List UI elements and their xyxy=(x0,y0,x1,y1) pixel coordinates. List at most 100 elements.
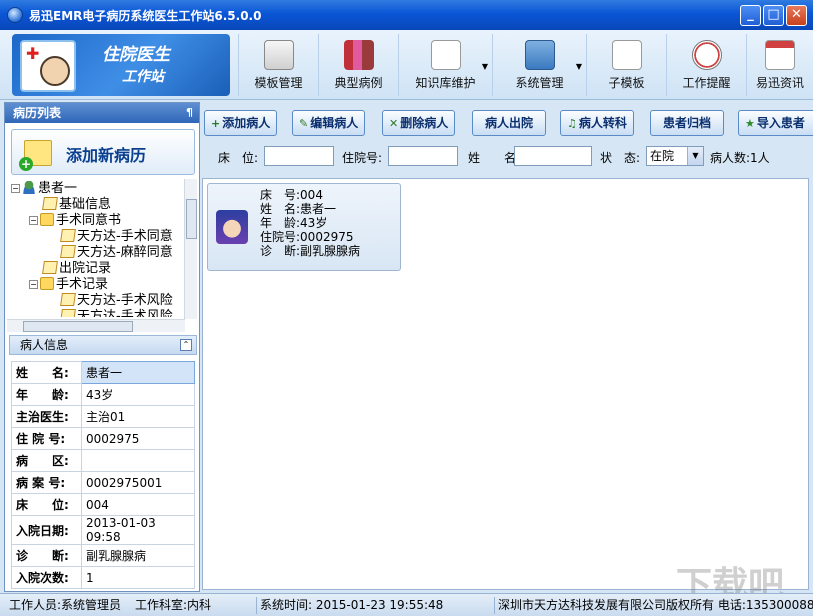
tree-label: 天方达-手术风险 xyxy=(77,309,173,317)
tree-node-consent[interactable]: − 手术同意书 xyxy=(29,213,121,229)
add-new-case-button[interactable]: 添加新病历 xyxy=(11,129,195,175)
scroll-thumb[interactable] xyxy=(186,199,197,239)
delete-patient-button[interactable]: ✕ 删除病人 xyxy=(382,110,456,136)
tree-vertical-scrollbar[interactable] xyxy=(184,179,197,319)
tree-horizontal-scrollbar[interactable] xyxy=(7,319,185,332)
tree-label: 手术记录 xyxy=(56,277,109,292)
toolbar-subtemplate[interactable]: 子模板 xyxy=(586,34,666,96)
info-row: 床 位: 004 xyxy=(11,493,195,516)
status-label: 状 态: xyxy=(600,151,641,165)
scroll-thumb[interactable] xyxy=(23,321,133,332)
info-value[interactable]: 0002975 xyxy=(81,427,195,450)
card-hospital-no: 住院号:0002975 xyxy=(260,230,354,244)
toolbar-label: 子模板 xyxy=(608,76,645,90)
document-icon xyxy=(42,197,58,210)
tree-node-surgery-record[interactable]: − 手术记录 xyxy=(29,277,108,293)
toolbar-news[interactable]: 易迅资讯 xyxy=(746,34,813,96)
info-value[interactable]: 004 xyxy=(81,493,195,516)
tree-label: 患者一 xyxy=(38,181,78,196)
add-new-case-label: 添加新病历 xyxy=(66,146,147,165)
patient-card-area: 床 号:004 姓 名:患者一 年 龄:43岁 住院号:0002975 诊 断:… xyxy=(202,178,809,590)
collapse-icon[interactable]: − xyxy=(29,216,38,225)
info-value[interactable]: 0002975001 xyxy=(81,471,195,494)
collapse-icon[interactable]: − xyxy=(29,280,38,289)
status-select[interactable]: 在院 ▼ xyxy=(646,146,704,166)
name-input[interactable] xyxy=(514,146,592,166)
name-label: 姓 名: xyxy=(468,151,521,165)
hospital-no-input[interactable] xyxy=(388,146,458,166)
button-label: 添加病人 xyxy=(222,116,271,130)
knowledge-icon xyxy=(430,40,461,70)
info-value[interactable]: 患者一 xyxy=(81,361,195,384)
toolbar-template-manage[interactable]: 模板管理 xyxy=(238,34,318,96)
info-key: 住 院 号: xyxy=(11,427,82,450)
tree-node-discharge[interactable]: 出院记录 xyxy=(42,261,112,277)
patient-info-header: 病人信息 ⌃ xyxy=(9,335,197,355)
info-value[interactable]: 2013-01-03 09:58 xyxy=(81,515,195,545)
add-note-icon xyxy=(19,140,52,171)
info-row: 主治医生: 主治01 xyxy=(11,405,195,428)
toolbar-label: 系统管理 xyxy=(515,76,564,90)
edit-patient-button[interactable]: ✎ 编辑病人 xyxy=(292,110,366,136)
info-row: 姓 名: 患者一 xyxy=(11,361,195,384)
star-icon: ★ xyxy=(745,117,755,130)
edit-icon: ✎ xyxy=(299,117,309,130)
collapse-up-icon[interactable]: ⌃ xyxy=(180,339,192,351)
toolbar-label: 典型病例 xyxy=(334,76,383,90)
toolbar-typical-cases[interactable]: 典型病例 xyxy=(318,34,398,96)
transfer-icon: ♫ xyxy=(567,117,577,130)
bed-input[interactable] xyxy=(264,146,334,166)
info-value[interactable]: 副乳腺腺病 xyxy=(81,544,195,567)
window-title: 易迅EMR电子病历系统医生工作站6.5.0.0 xyxy=(29,9,262,23)
button-label: 导入患者 xyxy=(756,116,805,130)
document-icon xyxy=(60,309,76,317)
info-row: 病 案 号: 0002975001 xyxy=(11,471,195,494)
document-icon xyxy=(42,261,58,274)
tree-node-surgery-risk-2[interactable]: 天方达-手术风险 xyxy=(60,309,173,317)
template-icon xyxy=(263,40,294,70)
tree-label: 天方达-手术同意 xyxy=(77,229,173,244)
tree-node-patient[interactable]: − 患者一 xyxy=(11,181,77,197)
toolbar-system-manage[interactable]: 系统管理 ▼ xyxy=(492,34,586,96)
info-key: 主治医生: xyxy=(11,405,82,428)
tree-node-consent-anesthesia[interactable]: 天方达-麻醉同意 xyxy=(60,245,173,261)
tree-node-consent-surgery[interactable]: 天方达-手术同意 xyxy=(60,229,173,245)
tree-label: 天方达-麻醉同意 xyxy=(77,245,173,260)
system-icon xyxy=(524,40,555,70)
toolbar-knowledge-base[interactable]: 知识库维护 ▼ xyxy=(398,34,492,96)
news-icon xyxy=(765,40,795,70)
button-label: 病人转科 xyxy=(578,116,627,130)
import-patient-button[interactable]: ★ 导入患者 xyxy=(738,110,813,136)
pin-icon[interactable]: ¶ xyxy=(186,103,193,123)
tree-node-surgery-risk[interactable]: 天方达-手术风险 xyxy=(60,293,173,309)
info-row: 入院次数: 1 xyxy=(11,566,195,589)
info-value[interactable]: 1 xyxy=(81,566,195,589)
toolbar-work-reminder[interactable]: 工作提醒 xyxy=(666,34,746,96)
button-label: 患者归档 xyxy=(663,116,712,130)
info-key: 病 案 号: xyxy=(11,471,82,494)
patient-card[interactable]: 床 号:004 姓 名:患者一 年 龄:43岁 住院号:0002975 诊 断:… xyxy=(207,183,401,271)
close-button[interactable]: ✕ xyxy=(786,5,807,26)
maximize-button[interactable]: □ xyxy=(763,5,784,26)
info-row: 入院日期: 2013-01-03 09:58 xyxy=(11,515,195,545)
archive-patient-button[interactable]: 患者归档 xyxy=(650,110,725,136)
dropdown-arrow-icon[interactable]: ▼ xyxy=(576,62,582,71)
tree-node-basic-info[interactable]: 基础信息 xyxy=(42,197,112,213)
transfer-patient-button[interactable]: ♫ 病人转科 xyxy=(560,110,634,136)
minimize-button[interactable]: _ xyxy=(740,5,761,26)
info-key: 病 区: xyxy=(11,449,82,472)
info-key: 年 龄: xyxy=(11,383,82,406)
chevron-down-icon[interactable]: ▼ xyxy=(687,147,703,165)
button-label: 病人出院 xyxy=(485,116,534,130)
filter-bar: 床 位: 住院号: 姓 名: 状 态: 在院 ▼ 病人数:1人 xyxy=(202,142,813,170)
tree-label: 基础信息 xyxy=(59,197,112,212)
tree-label: 出院记录 xyxy=(59,261,112,276)
discharge-patient-button[interactable]: 病人出院 xyxy=(472,110,547,136)
collapse-icon[interactable]: − xyxy=(11,184,20,193)
info-value[interactable]: 主治01 xyxy=(81,405,195,428)
add-patient-button[interactable]: + 添加病人 xyxy=(204,110,278,136)
dropdown-arrow-icon[interactable]: ▼ xyxy=(482,62,488,71)
info-value[interactable] xyxy=(81,449,195,472)
info-value[interactable]: 43岁 xyxy=(81,383,195,406)
patient-avatar-icon xyxy=(216,210,248,244)
